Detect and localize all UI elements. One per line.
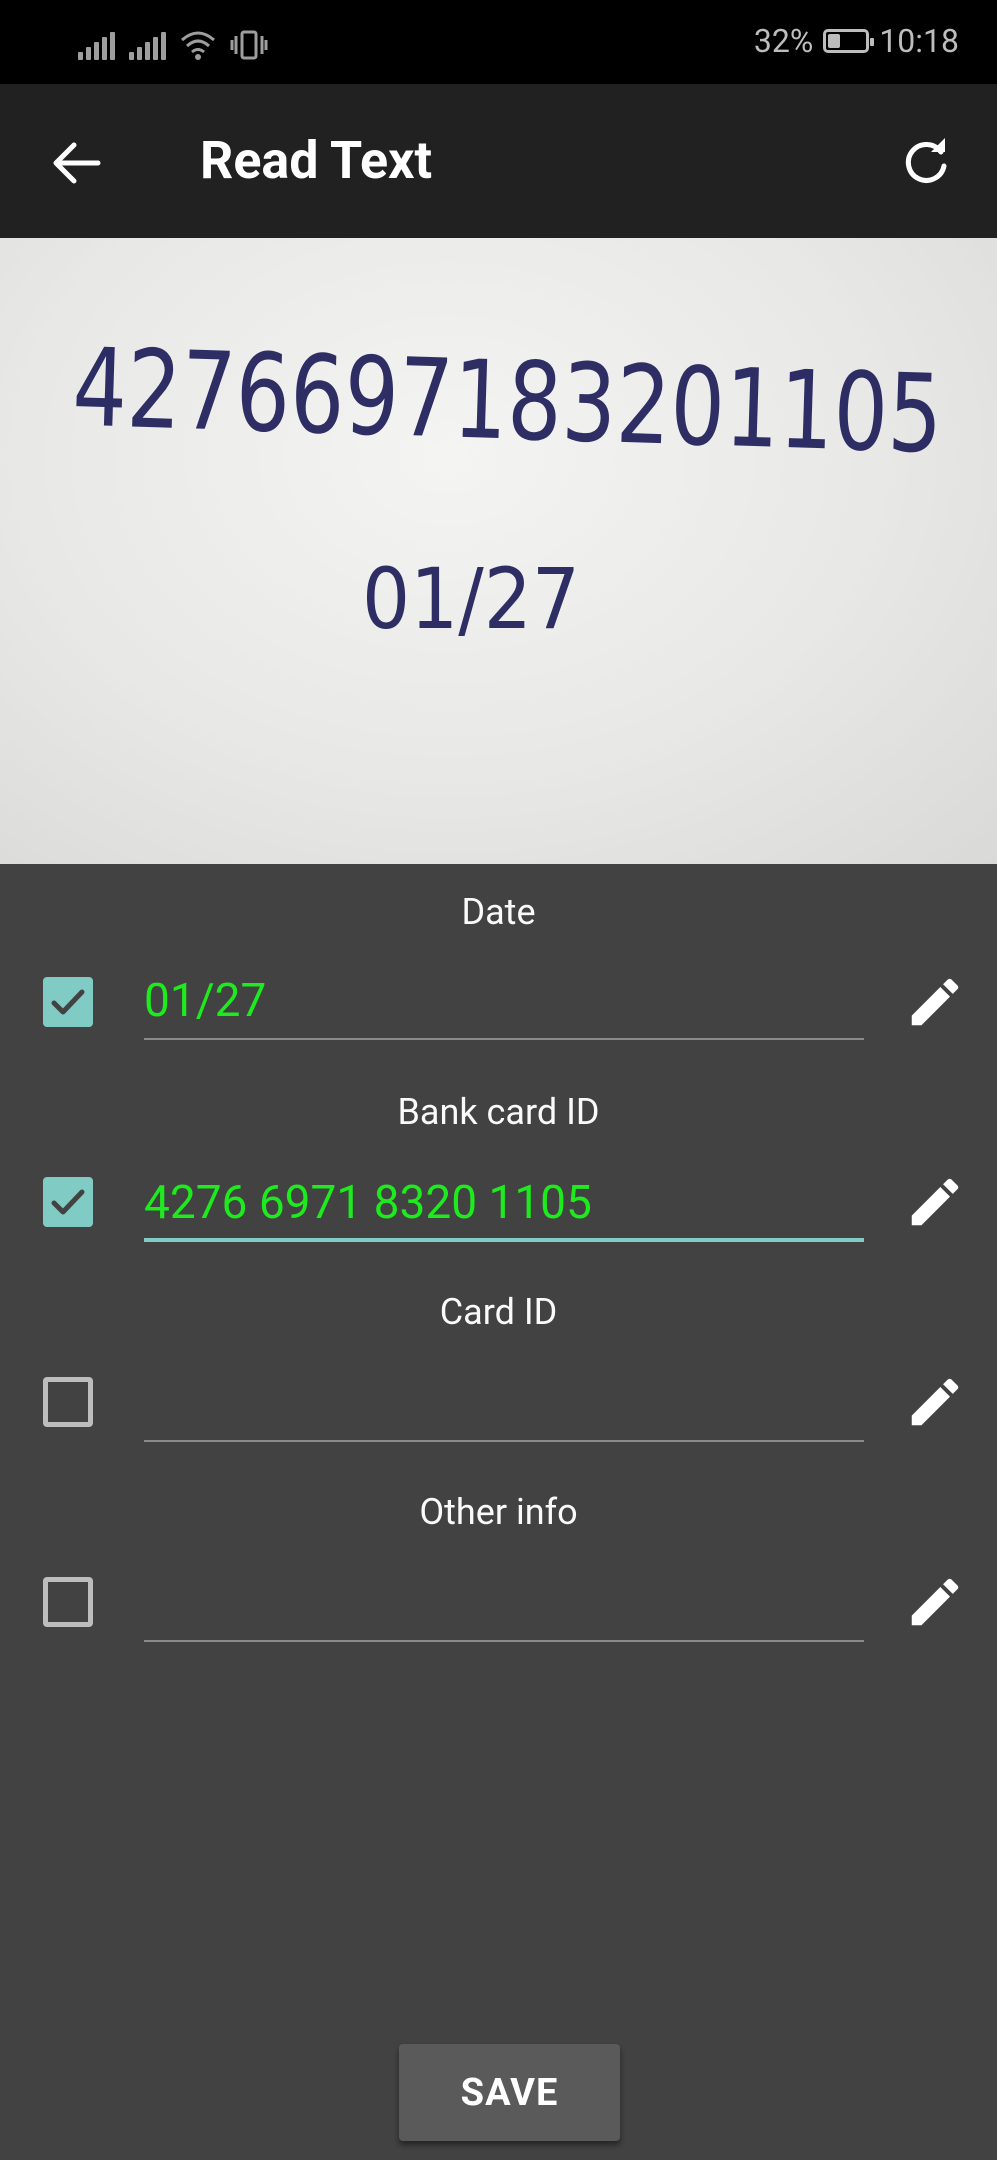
battery-percent: 32% (753, 22, 814, 60)
back-button[interactable] (42, 128, 112, 198)
other-info-checkbox[interactable] (43, 1577, 93, 1627)
other-info-field[interactable] (144, 1572, 864, 1642)
scanned-photo: 4276697183201105 01/27 (0, 238, 997, 864)
card-id-checkbox[interactable] (43, 1377, 93, 1427)
refresh-button[interactable] (891, 128, 961, 198)
signal-icon (78, 32, 115, 60)
handwritten-date: 01/27 (362, 550, 580, 648)
date-label: Date (461, 891, 536, 933)
date-field[interactable]: 01/27 (144, 970, 864, 1040)
signal-icon (129, 32, 166, 60)
clock: 10:18 (879, 22, 959, 60)
other-info-label: Other info (419, 1491, 578, 1533)
bank-card-id-label: Bank card ID (397, 1091, 600, 1133)
check-icon (51, 989, 85, 1015)
status-icons-left (78, 24, 268, 60)
status-bar: 32% 10:18 (0, 0, 997, 84)
vibrate-icon (230, 30, 268, 60)
card-id-field[interactable] (144, 1372, 864, 1442)
bank-card-id-checkbox[interactable] (43, 1177, 93, 1227)
card-id-label: Card ID (439, 1291, 558, 1333)
pencil-icon (911, 1178, 959, 1226)
check-icon (51, 1189, 85, 1215)
pencil-icon (911, 1578, 959, 1626)
date-edit-button[interactable] (900, 967, 970, 1037)
save-button[interactable]: SAVE (399, 2044, 620, 2141)
bank-card-id-edit-button[interactable] (900, 1167, 970, 1237)
handwritten-number: 4276697183201105 (71, 326, 944, 478)
refresh-icon (905, 138, 947, 183)
arrow-back-icon (53, 142, 101, 184)
pencil-icon (911, 978, 959, 1026)
bank-card-id-field[interactable]: 4276 6971 8320 1105 (144, 1172, 864, 1242)
date-checkbox[interactable] (43, 977, 93, 1027)
page-title: Read Text (200, 130, 433, 191)
battery-icon (823, 29, 875, 53)
app-bar: Read Text (0, 84, 997, 238)
wifi-icon (181, 31, 215, 60)
pencil-icon (911, 1378, 959, 1426)
status-icons-right: 32% 10:18 (754, 22, 959, 60)
card-id-edit-button[interactable] (900, 1367, 970, 1437)
other-info-edit-button[interactable] (900, 1567, 970, 1637)
